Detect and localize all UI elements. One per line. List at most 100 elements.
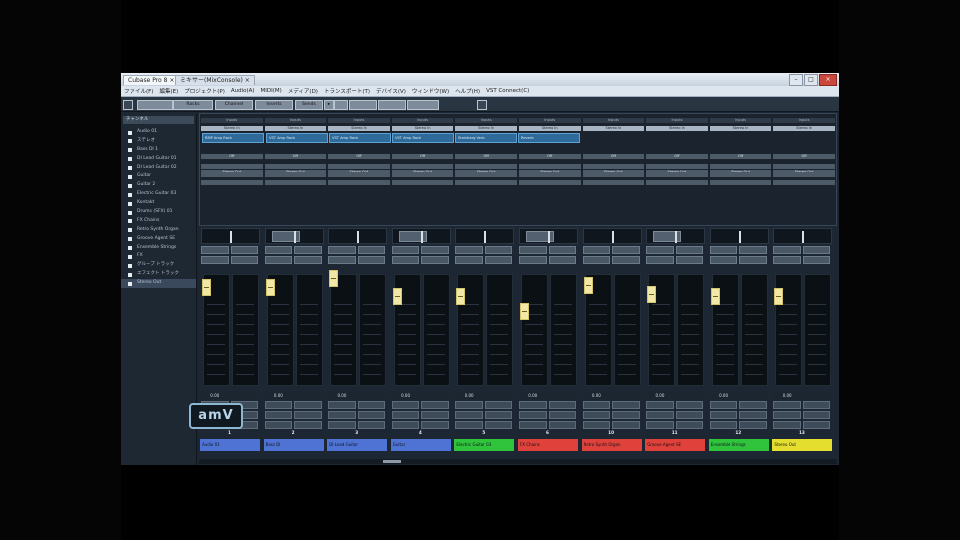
rack-routing-row-slot[interactable]: Stereo In: [201, 126, 263, 131]
rack-slot[interactable]: [709, 180, 772, 185]
rack-send-row-slot[interactable]: Off: [518, 154, 581, 159]
channel-name[interactable]: Bass DI: [263, 439, 324, 451]
strip-button[interactable]: [230, 246, 258, 254]
strip-toggle[interactable]: [264, 411, 293, 419]
pan-control[interactable]: [709, 228, 769, 244]
visibility-checkbox[interactable]: [128, 130, 132, 135]
strip-button[interactable]: [357, 256, 386, 264]
volume-fader[interactable]: [456, 287, 466, 305]
volume-readout[interactable]: 0.00: [646, 392, 674, 399]
maximize-button[interactable]: □: [804, 74, 818, 86]
rack-slot[interactable]: [518, 172, 581, 177]
rack-routing-row-slot[interactable]: Stereo In: [264, 126, 327, 131]
strip-button[interactable]: [484, 246, 513, 254]
strip-toggle[interactable]: [328, 411, 356, 419]
pan-control[interactable]: [328, 228, 388, 244]
strip-toggle[interactable]: [582, 401, 611, 409]
strip-toggle[interactable]: [391, 421, 420, 429]
insert-slot[interactable]: Steinberg Verb: [455, 133, 517, 143]
rack-slot[interactable]: [391, 172, 454, 177]
rack-send-row-slot[interactable]: Off: [646, 154, 708, 159]
strip-button[interactable]: [548, 256, 576, 264]
channel-name[interactable]: Stereo Out: [772, 439, 833, 451]
strip-toggle[interactable]: [709, 421, 738, 429]
visibility-checkbox[interactable]: [128, 174, 132, 179]
rack-slot[interactable]: [582, 164, 645, 169]
strip-button[interactable]: [519, 246, 547, 254]
channel-name[interactable]: Groove Agent SE: [645, 439, 706, 451]
toolbar-button[interactable]: [378, 100, 406, 110]
rack-slot[interactable]: [201, 172, 263, 177]
toolbar-button[interactable]: Channel: [215, 100, 253, 110]
strip-toggle[interactable]: [612, 401, 640, 409]
toolbar-button[interactable]: [407, 100, 439, 110]
toolbar-button[interactable]: Sends: [295, 100, 323, 110]
strip-button[interactable]: [201, 256, 229, 264]
strip-button[interactable]: [264, 246, 293, 254]
channel-list-item[interactable]: Ensemble Strings: [121, 244, 196, 253]
visibility-checkbox[interactable]: [128, 166, 132, 171]
rack-input-header-slot[interactable]: Inputs: [582, 118, 645, 123]
insert-slot[interactable]: VST Amp Rack: [392, 133, 454, 143]
strip-toggle[interactable]: [357, 421, 386, 429]
strip-toggle[interactable]: [519, 401, 547, 409]
rack-slot[interactable]: [773, 164, 835, 169]
rack-slot[interactable]: [646, 172, 708, 177]
strip-toggle[interactable]: [646, 401, 674, 409]
volume-fader[interactable]: [392, 287, 402, 305]
visibility-checkbox[interactable]: [128, 192, 132, 197]
visibility-checkbox[interactable]: [128, 157, 132, 162]
menu-item[interactable]: Audio(A): [231, 88, 255, 94]
channel-list-item[interactable]: Audio 01: [121, 128, 196, 137]
strip-toggle[interactable]: [582, 421, 611, 429]
channel-list-item[interactable]: エフェクト トラック: [121, 270, 196, 279]
strip-toggle[interactable]: [455, 421, 483, 429]
strip-button[interactable]: [548, 246, 576, 254]
rack-slot[interactable]: [264, 172, 327, 177]
channel-list-item[interactable]: DI Lead Guitar 01: [121, 155, 196, 164]
strip-toggle[interactable]: [773, 401, 801, 409]
strip-toggle[interactable]: [455, 401, 483, 409]
strip-toggle[interactable]: [357, 401, 386, 409]
strip-toggle[interactable]: [484, 421, 513, 429]
strip-button[interactable]: [294, 256, 322, 264]
volume-readout[interactable]: 0.00: [328, 392, 356, 399]
rack-input-header-slot[interactable]: Inputs: [455, 118, 517, 123]
rack-slot[interactable]: [391, 180, 454, 185]
rack-input-header-slot[interactable]: Inputs: [391, 118, 454, 123]
toolbar-button[interactable]: [477, 100, 487, 110]
strip-toggle[interactable]: [675, 411, 704, 419]
strip-button[interactable]: [264, 256, 293, 264]
strip-button[interactable]: [773, 256, 801, 264]
channel-list-item[interactable]: FX: [121, 252, 196, 261]
rack-send-row-slot[interactable]: Off: [773, 154, 835, 159]
strip-button[interactable]: [646, 256, 674, 264]
strip-toggle[interactable]: [264, 401, 293, 409]
strip-toggle[interactable]: [709, 401, 738, 409]
channel-list-item[interactable]: Electric Guitar 03: [121, 190, 196, 199]
strip-toggle[interactable]: [421, 401, 449, 409]
toolbar-button[interactable]: Racks: [173, 100, 213, 110]
strip-button[interactable]: [739, 246, 767, 254]
strip-button[interactable]: [455, 256, 483, 264]
strip-toggle[interactable]: [519, 411, 547, 419]
strip-toggle[interactable]: [421, 421, 449, 429]
strip-button[interactable]: [357, 246, 386, 254]
strip-toggle[interactable]: [328, 421, 356, 429]
strip-button[interactable]: [612, 256, 640, 264]
rack-input-header-slot[interactable]: Inputs: [201, 118, 263, 123]
strip-toggle[interactable]: [548, 411, 576, 419]
strip-button[interactable]: [455, 246, 483, 254]
channel-name[interactable]: DI Lead Guitar: [327, 439, 388, 451]
strip-toggle[interactable]: [484, 401, 513, 409]
volume-fader[interactable]: [710, 287, 720, 305]
strip-toggle[interactable]: [519, 421, 547, 429]
pan-control[interactable]: [264, 228, 324, 244]
rack-send-row-slot[interactable]: Off: [709, 154, 772, 159]
strip-button[interactable]: [802, 246, 831, 254]
strip-toggle[interactable]: [802, 401, 831, 409]
rack-slot[interactable]: [518, 180, 581, 185]
strip-toggle[interactable]: [646, 421, 674, 429]
rack-slot[interactable]: [328, 180, 390, 185]
strip-toggle[interactable]: [391, 401, 420, 409]
